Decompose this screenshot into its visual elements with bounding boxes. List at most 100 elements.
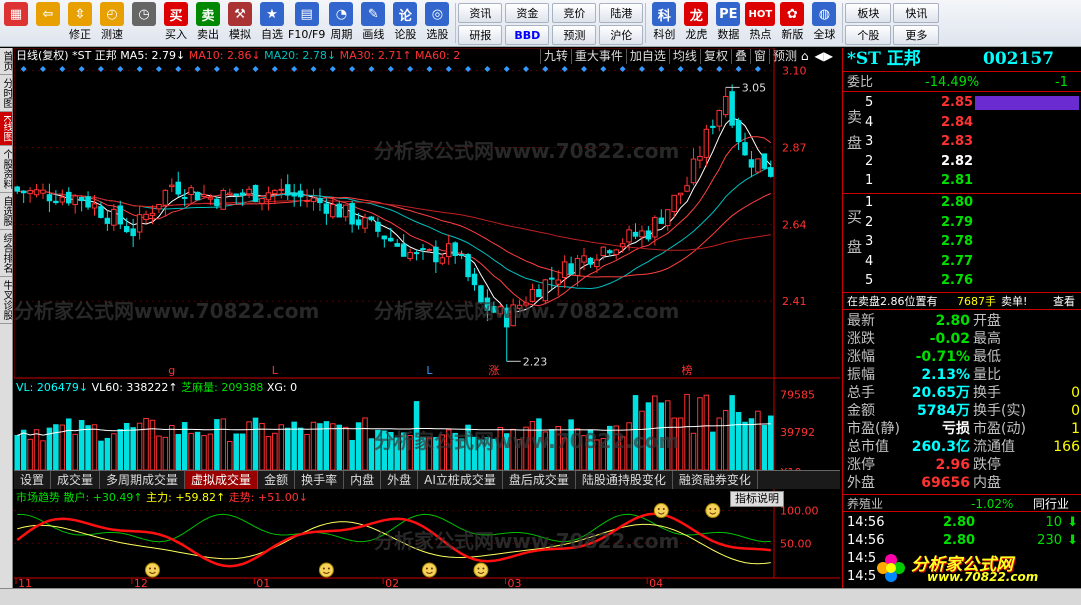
buy-row[interactable]: 2 2.79 <box>843 214 1081 232</box>
period-label[interactable]: 日线(复权) <box>16 49 69 62</box>
globe-icon: ◍ <box>812 2 837 26</box>
quote-title-bar: *ST 正邦 002157 <box>843 48 1081 72</box>
tbb-button-1[interactable]: ⇦ <box>32 0 64 46</box>
order-tip-link[interactable]: 查看 <box>1053 293 1075 311</box>
buy-row[interactable]: 5 2.76 <box>843 272 1081 290</box>
tbb-button-10[interactable]: ◔ 周期 <box>325 0 357 46</box>
chart-btn-3[interactable]: 均线 <box>668 49 700 64</box>
sell-row[interactable]: 3 2.83 <box>843 133 1081 151</box>
indicator-tab-4[interactable]: 金额 <box>258 471 296 489</box>
quick-button-4[interactable]: 研报 <box>458 25 503 45</box>
sell-row[interactable]: 2 2.82 <box>843 153 1081 171</box>
indicator-tab-1[interactable]: 成交量 <box>51 471 101 489</box>
quick-button-2-1[interactable]: 快讯 <box>893 3 940 23</box>
sell-price: 2.83 <box>941 134 974 150</box>
candlestick <box>220 188 227 210</box>
chart-nav-btn-1[interactable]: ◀▶ <box>812 49 836 64</box>
chart-btn-2[interactable]: 加自选 <box>625 49 669 64</box>
pencil-icon: ✎ <box>361 2 386 26</box>
event-marker[interactable]: g <box>168 364 175 377</box>
indicator-tab-5[interactable]: 换手率 <box>295 471 345 489</box>
tbb2-button-3[interactable]: HOT 热点 <box>744 0 776 46</box>
volume-bar <box>14 434 20 471</box>
chart-nav-btn-0[interactable]: ⌂ <box>798 49 812 64</box>
left-tab-1[interactable]: 分时图 <box>0 75 12 112</box>
tbb-button-3[interactable]: ◴ 测速 <box>96 0 128 46</box>
quick-button-2[interactable]: 竞价 <box>552 3 597 23</box>
volume-bar <box>98 440 104 471</box>
tbb2-button-1[interactable]: 龙龙虎 <box>680 0 712 46</box>
quick-button-6[interactable]: 预测 <box>552 25 597 45</box>
quick-button-2-0[interactable]: 板块 <box>845 3 892 23</box>
left-tab-3[interactable]: 个股资料 <box>0 146 12 193</box>
tbb-button-7[interactable]: ⚒ 模拟 <box>224 0 256 46</box>
sell-row[interactable]: 4 2.84 <box>843 114 1081 132</box>
tbb-button-11[interactable]: ✎ 画线 <box>357 0 389 46</box>
quick-button-3[interactable]: 陆港 <box>599 3 644 23</box>
ma30-line <box>17 190 771 278</box>
buy-row[interactable]: 4 2.77 <box>843 253 1081 271</box>
tbb-button-4[interactable]: ◷ <box>128 0 160 46</box>
quick-button-2-2[interactable]: 个股 <box>845 25 892 45</box>
left-tab-4[interactable]: 自选股 <box>0 193 12 230</box>
chart-btn-5[interactable]: 叠 <box>730 49 750 64</box>
candlestick <box>716 109 723 132</box>
event-marker[interactable]: 涨 <box>488 364 499 377</box>
tbb-button-12[interactable]: 论论股 <box>389 0 421 46</box>
candlestick <box>188 185 194 205</box>
left-tab-0[interactable]: 首页 <box>0 48 12 75</box>
chart-btn-4[interactable]: 复权 <box>699 49 731 64</box>
event-marker[interactable]: 榜 <box>682 363 693 377</box>
hot-spot-icon: HOT <box>745 2 776 26</box>
indicator-tab-6[interactable]: 内盘 <box>344 471 382 489</box>
left-tab-2[interactable]: K线图 <box>0 112 12 146</box>
tbb-button-9[interactable]: ▤ F10/F9 <box>288 0 325 46</box>
tbb2-button-2[interactable]: PE 数据 <box>712 0 744 46</box>
left-tab-5[interactable]: 综合排名 <box>0 230 12 277</box>
speed-test-clock-icon: ◴ <box>100 2 124 26</box>
left-tab-6[interactable]: 牛叉诊股 <box>0 277 12 324</box>
indicator-tab-7[interactable]: 外盘 <box>381 471 419 489</box>
indicator-tab-0[interactable]: 设置 <box>14 471 52 489</box>
chart-btn-7[interactable]: 预测 <box>768 49 800 64</box>
sell-row[interactable]: 5 2.85 <box>843 94 1081 112</box>
chart-canvas[interactable]: 3.10 2.87 2.64 2.41 3.05 2.23 g L L 涨 榜 79585 39792 X… <box>14 48 840 588</box>
buy-row[interactable]: 3 2.78 <box>843 233 1081 251</box>
event-marker[interactable]: L <box>426 364 433 377</box>
quick-button-1[interactable]: 资金 <box>505 3 550 23</box>
signal-diamond <box>407 66 414 72</box>
industry-button[interactable]: 同行业 <box>1033 495 1069 513</box>
tbb-button-6[interactable]: 卖卖出 <box>192 0 224 46</box>
zhima-volume-label: 芝麻量: 209388 <box>181 381 264 394</box>
price-axis-label: 2.64 <box>782 218 807 231</box>
sell-row[interactable]: 1 2.81 <box>843 172 1081 190</box>
quick-button-2-3[interactable]: 更多 <box>893 25 940 45</box>
tbb-button-13[interactable]: ◎ 选股 <box>421 0 453 46</box>
indicator-tab-11[interactable]: 融资融券变化 <box>673 471 758 489</box>
indicator-tab-9[interactable]: 盘后成交量 <box>503 471 576 489</box>
indicator-tab-2[interactable]: 多周期成交量 <box>100 471 186 489</box>
quick-button-7[interactable]: 沪伦 <box>599 25 644 45</box>
tbb-button-8[interactable]: ★ 自选 <box>256 0 288 46</box>
tbb-button-0[interactable]: ▦ <box>0 0 32 46</box>
indicator-explain-button[interactable]: 指标说明 <box>730 491 784 507</box>
chart-btn-1[interactable]: 重大事件 <box>570 49 626 64</box>
tbb-button-5[interactable]: 买买入 <box>160 0 192 46</box>
buy-row[interactable]: 1 2.80 <box>843 194 1081 212</box>
tbb2-button-0[interactable]: 科科创 <box>648 0 680 46</box>
quick-button-0[interactable]: 资讯 <box>458 3 503 23</box>
tick-time: 14:5 <box>847 551 877 566</box>
indicator-tab-8[interactable]: AI立桩成交量 <box>418 471 503 489</box>
tbb2-button-5[interactable]: ◍ 全球 <box>808 0 840 46</box>
quick-button-5[interactable]: BBD <box>505 25 550 45</box>
tbb-button-2[interactable]: ⇳ 修正 <box>64 0 96 46</box>
indicator-tab-3[interactable]: 虚拟成交量 <box>185 471 259 489</box>
candlestick <box>85 191 91 210</box>
chart-btn-0[interactable]: 九转 <box>539 49 571 64</box>
chart-btn-6[interactable]: 窗 <box>749 49 769 64</box>
indicator-tab-10[interactable]: 陆股通持股变化 <box>576 471 673 489</box>
tbb2-button-4[interactable]: ✿ 新版 <box>776 0 808 46</box>
sell-side-label: 盘 <box>847 134 863 152</box>
event-marker[interactable]: L <box>272 364 279 377</box>
volume-bar <box>239 433 246 471</box>
